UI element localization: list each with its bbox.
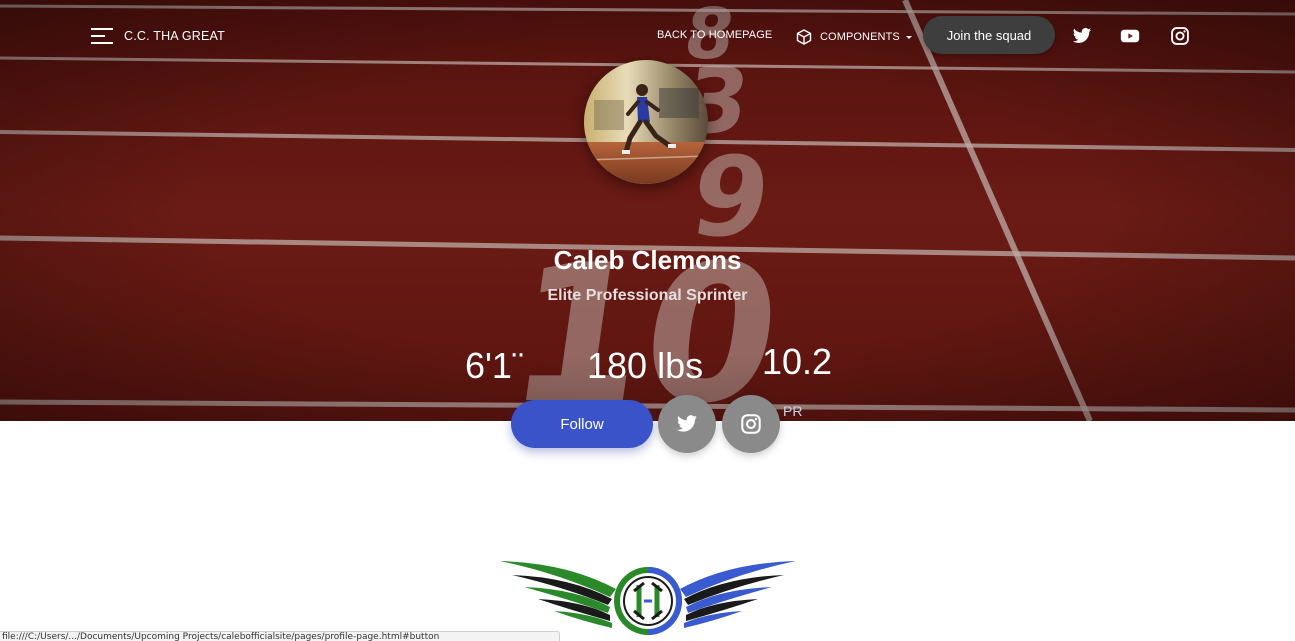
join-squad-button[interactable]: Join the squad	[923, 16, 1055, 54]
twitter-button[interactable]	[658, 395, 716, 453]
twitter-icon	[676, 415, 698, 432]
instagram-icon[interactable]	[1170, 26, 1190, 46]
winged-logo	[500, 561, 796, 635]
twitter-icon[interactable]	[1072, 26, 1092, 46]
avatar	[584, 60, 708, 184]
sprinter-photo	[584, 60, 708, 184]
instagram-button[interactable]	[722, 395, 780, 453]
follow-button[interactable]: Follow	[511, 400, 653, 448]
pr-label: PR	[783, 403, 803, 419]
stat-weight: 180 lbs	[587, 345, 704, 386]
back-to-homepage-link[interactable]: BACK TO HOMEPAGE	[657, 29, 772, 41]
left-wing	[500, 561, 616, 628]
components-dropdown[interactable]: COMPONENTS	[796, 29, 912, 45]
instagram-icon	[741, 414, 761, 434]
stat-pr: 10.2	[762, 341, 833, 382]
profile-name: Caleb Clemons	[553, 245, 742, 275]
brand[interactable]: C.C. THA GREAT	[91, 27, 225, 45]
components-label: COMPONENTS	[820, 31, 900, 43]
profile-title: Elite Professional Sprinter	[547, 287, 748, 304]
right-wing	[680, 561, 796, 628]
brand-text[interactable]: C.C. THA GREAT	[124, 29, 225, 43]
youtube-icon[interactable]	[1120, 26, 1140, 46]
cube-icon	[796, 29, 812, 45]
stat-height: 6'1¨	[465, 345, 524, 386]
status-bar-url: file:///C:/Users/.../Documents/Upcoming …	[0, 631, 560, 641]
hero-banner: 8 3 9 10 C.C. THA GREAT BACK TO HOMEPAGE…	[0, 0, 1295, 421]
chevron-down-icon	[905, 35, 912, 39]
hamburger-menu-icon[interactable]	[91, 27, 113, 45]
